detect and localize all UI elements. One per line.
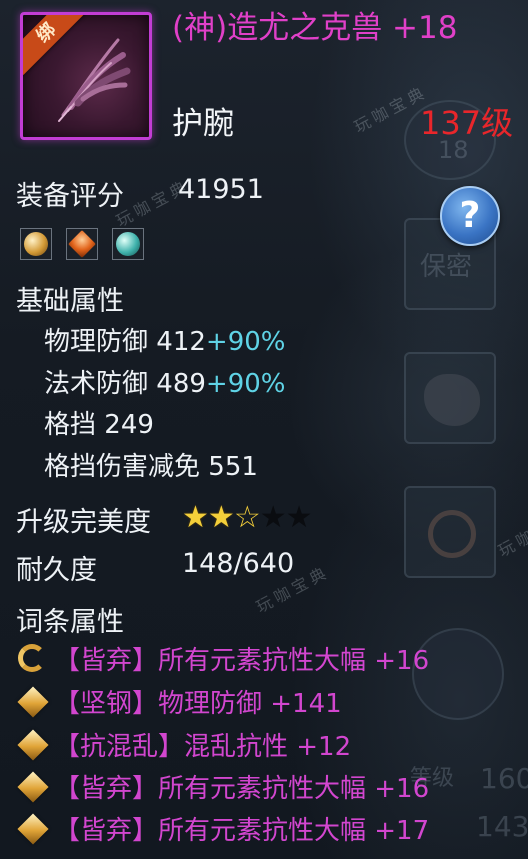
score-label: 装备评分: [16, 181, 124, 212]
durability-label: 耐久度: [16, 555, 97, 586]
star-filled-icon: ★: [207, 500, 235, 535]
affix-row: 【抗混乱】混乱抗性 +12: [17, 726, 352, 762]
stat-block-damage-reduction: 格挡伤害减免 551: [44, 446, 258, 483]
affix-text: 【皆弃】所有元素抗性大幅 +17: [54, 816, 430, 846]
star-empty-icon: ★: [259, 500, 287, 535]
stat-name: 法术防御: [44, 369, 149, 399]
diamond-icon: [17, 728, 49, 761]
stat-value: 489: [156, 369, 206, 399]
stat-name: 格挡: [44, 410, 97, 440]
affix-text: 【皆弃】所有元素抗性大幅 +16: [54, 774, 430, 804]
stat-name: 物理防御: [44, 327, 149, 357]
stat-value: 412: [156, 327, 206, 357]
bg-number-143: 143: [476, 810, 528, 843]
bg-number-160: 160: [480, 762, 528, 795]
stat-bonus: +90%: [205, 327, 286, 357]
affix-text: 【抗混乱】混乱抗性 +12: [54, 732, 352, 762]
item-icon[interactable]: 绑: [20, 12, 152, 140]
stat-value: 551: [208, 452, 258, 482]
gold-orb-gem-icon[interactable]: [20, 228, 52, 260]
affixes-title: 词条属性: [16, 607, 124, 638]
teal-orb-gem-icon[interactable]: [112, 228, 144, 260]
stat-value: 249: [104, 410, 154, 440]
affix-row: 【皆弃】所有元素抗性大幅 +16: [18, 640, 429, 676]
diamond-icon: [17, 685, 49, 718]
star-outline-icon: ☆: [233, 500, 261, 535]
item-name: (神)造尤之克兽 +18: [172, 10, 458, 46]
affix-row: 【皆弃】所有元素抗性大幅 +17: [17, 810, 430, 846]
stat-physical-defense: 物理防御 412+90%: [44, 321, 286, 358]
affix-text: 【皆弃】所有元素抗性大幅 +16: [54, 646, 430, 676]
item-type: 护腕: [172, 106, 234, 142]
base-attrs-title: 基础属性: [16, 286, 124, 317]
affix-row: 【坚钢】物理防御 +141: [17, 683, 342, 719]
bg-slot-accessory: [404, 352, 496, 444]
stat-block: 格挡 249: [44, 404, 154, 441]
upgrade-label: 升级完美度: [16, 507, 151, 538]
score-value: 41951: [178, 174, 264, 205]
question-icon: ?: [459, 195, 481, 236]
stat-name: 格挡伤害减免: [44, 452, 201, 482]
star-filled-icon: ★: [182, 500, 209, 535]
diamond-icon: [17, 770, 49, 803]
stat-bonus: +90%: [205, 369, 286, 399]
help-button[interactable]: ?: [440, 186, 500, 246]
stat-magic-defense: 法术防御 489+90%: [44, 363, 286, 400]
affix-row: 【皆弃】所有元素抗性大幅 +16: [17, 768, 430, 804]
durability-value: 148/640: [182, 548, 295, 579]
star-empty-icon: ★: [285, 500, 313, 535]
item-level: 137级: [420, 104, 514, 142]
orange-crystal-gem-icon[interactable]: [66, 228, 98, 260]
upgrade-stars: ★★☆★★: [182, 500, 313, 535]
diamond-icon: [17, 812, 49, 845]
bg-locked-text: 保密: [420, 252, 473, 282]
bg-slot-ring: [404, 486, 496, 578]
swirl-icon: [18, 643, 46, 672]
affix-text: 【坚钢】物理防御 +141: [54, 689, 342, 719]
